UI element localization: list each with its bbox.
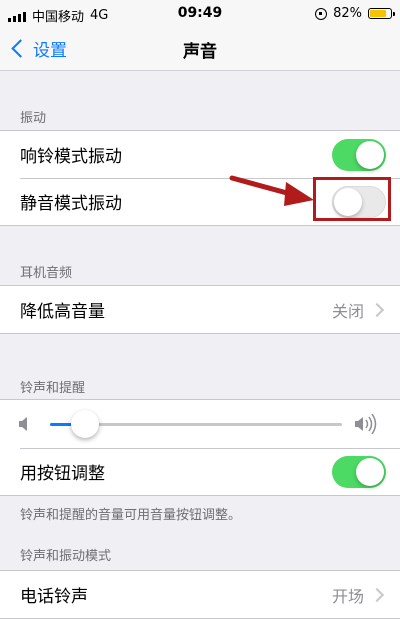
- row-ring-vibrate: 响铃模式振动: [0, 131, 400, 178]
- section-header-patterns: 铃声和振动模式: [20, 549, 112, 564]
- highlight-box-annotation: [313, 177, 391, 221]
- row-reduce-loud[interactable]: 降低高音量 关闭: [0, 286, 400, 333]
- battery-fill: [370, 10, 387, 17]
- row-ringtone[interactable]: 电话铃声 开场: [0, 571, 400, 618]
- row-volume-slider: [0, 400, 400, 448]
- battery-percent: 82%: [333, 6, 362, 21]
- red-arrow-annotation: [229, 175, 314, 206]
- section-header-ringer: 铃声和提醒: [20, 381, 86, 396]
- section-header-vibration: 振动: [20, 111, 47, 126]
- status-right: 82%: [315, 6, 395, 21]
- status-bar: 中国移动 4G 09:49 82%: [0, 0, 400, 28]
- group-patterns: 电话铃声 开场: [0, 570, 400, 619]
- orientation-lock-icon: [315, 7, 328, 20]
- row-label: 响铃模式振动: [20, 147, 122, 167]
- change-with-buttons-toggle[interactable]: [332, 455, 386, 488]
- group-headphone: 降低高音量 关闭: [0, 285, 400, 334]
- row-value: 关闭: [331, 301, 364, 321]
- row-label: 静音模式振动: [20, 194, 122, 214]
- navigation-bar: 设置 声音: [0, 28, 400, 71]
- ring-vibrate-toggle[interactable]: [332, 138, 386, 171]
- page-title: 声音: [183, 42, 217, 62]
- row-label: 电话铃声: [20, 587, 88, 607]
- section-header-headphone: 耳机音频: [20, 266, 73, 281]
- toggle-knob: [356, 140, 384, 169]
- chevron-right-icon: [369, 587, 385, 602]
- speaker-high-icon: [355, 414, 377, 434]
- row-label: 降低高音量: [20, 302, 105, 322]
- battery-icon: [368, 8, 395, 19]
- ringer-footer-note: 铃声和提醒的音量可用音量按钮调整。: [20, 508, 242, 523]
- group-ringer: 用按钮调整: [0, 399, 400, 496]
- toggle-knob: [356, 457, 384, 486]
- row-value: 开场: [331, 586, 364, 606]
- speaker-low-icon: [19, 417, 27, 431]
- row-change-with-buttons: 用按钮调整: [0, 448, 400, 495]
- volume-slider[interactable]: [50, 410, 342, 438]
- volume-slider-thumb[interactable]: [71, 410, 100, 438]
- chevron-right-icon: [369, 302, 385, 317]
- row-label: 用按钮调整: [20, 464, 105, 484]
